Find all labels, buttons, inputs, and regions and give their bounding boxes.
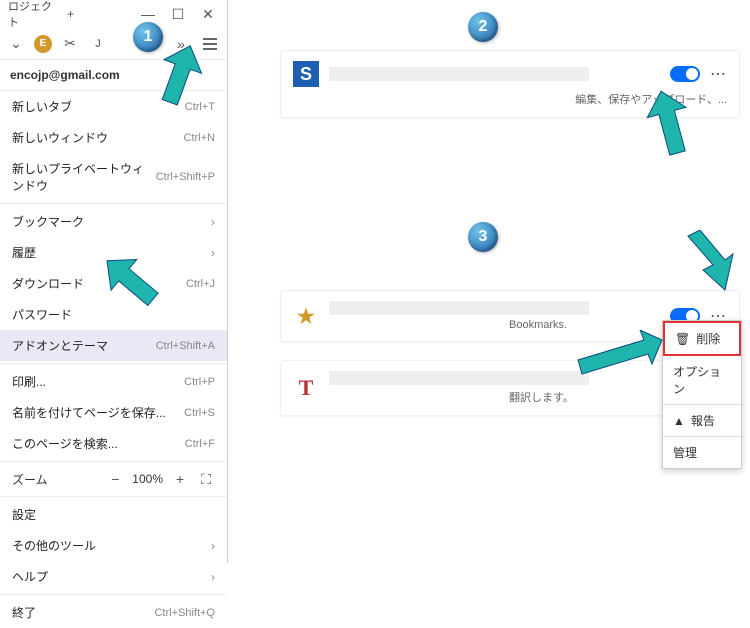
window-titlebar: ロジェクト + — ☐ ✕	[0, 0, 227, 28]
fullscreen-icon[interactable]: ⛶	[197, 470, 215, 488]
warning-icon: ▲	[673, 414, 685, 428]
zoom-value: 100%	[132, 472, 163, 486]
addon-name-placeholder	[329, 371, 589, 385]
menu-label: ヘルプ	[12, 568, 48, 585]
menu-print[interactable]: 印刷... Ctrl+P	[0, 366, 227, 397]
menu-label: ダウンロード	[12, 275, 84, 292]
menu-shortcut: Ctrl+Shift+A	[156, 340, 215, 352]
trash-icon: 🗑	[675, 332, 690, 346]
menu-label: ブックマーク	[12, 213, 84, 230]
menu-settings[interactable]: 設定	[0, 499, 227, 530]
menu-label: 新しいウィンドウ	[12, 129, 108, 146]
menu-separator	[0, 203, 227, 204]
menu-shortcut: Ctrl+N	[184, 132, 215, 144]
menu-shortcut: Ctrl+P	[184, 376, 215, 388]
menu-shortcut: Ctrl+S	[184, 407, 215, 419]
maximize-button[interactable]: ☐	[163, 6, 193, 23]
menu-quit[interactable]: 終了 Ctrl+Shift+Q	[0, 597, 227, 628]
close-button[interactable]: ✕	[193, 6, 223, 23]
annotation-arrow	[635, 90, 705, 170]
chevron-right-icon: ›	[211, 570, 215, 584]
annotation-arrow	[670, 230, 740, 310]
new-tab-plus[interactable]: +	[61, 7, 81, 21]
menu-label: 終了	[12, 604, 36, 621]
window-title: ロジェクト	[4, 0, 61, 30]
menu-save-as[interactable]: 名前を付けてページを保存... Ctrl+S	[0, 397, 227, 428]
context-label: 削除	[696, 330, 720, 347]
context-label: 管理	[673, 444, 697, 461]
addon-context-menu: 🗑 削除 オプション ▲ 報告 管理	[662, 320, 742, 469]
addon-icon: ★	[293, 303, 319, 329]
menu-bookmarks[interactable]: ブックマーク ›	[0, 206, 227, 237]
menu-more-tools[interactable]: その他のツール ›	[0, 530, 227, 561]
menu-help[interactable]: ヘルプ ›	[0, 561, 227, 592]
menu-separator	[0, 461, 227, 462]
addon-name-placeholder	[329, 67, 589, 81]
context-manage[interactable]: 管理	[663, 437, 741, 468]
zoom-out-button[interactable]: −	[106, 470, 124, 488]
menu-shortcut: Ctrl+J	[186, 278, 215, 290]
menu-shortcut: Ctrl+F	[185, 438, 215, 450]
menu-separator	[0, 594, 227, 595]
menu-zoom: ズーム − 100% + ⛶	[0, 464, 227, 494]
menu-label: 新しいタブ	[12, 98, 72, 115]
context-label: 報告	[691, 412, 715, 429]
pocket-icon[interactable]: ⌄	[6, 34, 26, 54]
menu-label: 印刷...	[12, 373, 46, 390]
menu-label: パスワード	[12, 306, 72, 323]
menu-separator	[0, 363, 227, 364]
menu-label: その他のツール	[12, 537, 96, 554]
step-badge-2: 2	[468, 12, 498, 42]
annotation-arrow	[100, 250, 170, 320]
screenshot-icon[interactable]: ✂	[60, 34, 80, 54]
chevron-right-icon: ›	[211, 215, 215, 229]
minimize-button[interactable]: —	[133, 6, 163, 22]
step-badge-3: 3	[468, 222, 498, 252]
addon-icon: S	[293, 61, 319, 87]
chevron-right-icon: ›	[211, 539, 215, 553]
context-report[interactable]: ▲ 報告	[663, 405, 741, 436]
menu-shortcut: Ctrl+Shift+P	[156, 171, 215, 183]
main-menu: 新しいタブ Ctrl+T 新しいウィンドウ Ctrl+N 新しいプライベートウィ…	[0, 91, 227, 628]
annotation-arrow	[570, 330, 670, 390]
addon-toggle[interactable]	[670, 66, 700, 82]
menu-separator	[0, 496, 227, 497]
js-icon[interactable]: J	[88, 34, 108, 54]
zoom-in-button[interactable]: +	[171, 470, 189, 488]
addon-icon: T	[293, 375, 319, 401]
extension-badge-icon[interactable]: E	[34, 35, 52, 53]
chevron-right-icon: ›	[211, 246, 215, 260]
menu-label: アドオンとテーマ	[12, 337, 108, 354]
menu-label: 新しいプライベートウィンドウ	[12, 160, 156, 194]
menu-label: 設定	[12, 506, 36, 523]
addon-name-placeholder	[329, 301, 589, 315]
context-remove[interactable]: 🗑 削除	[663, 321, 741, 356]
menu-shortcut: Ctrl+Shift+Q	[154, 607, 215, 619]
menu-label: 名前を付けてページを保存...	[12, 404, 166, 421]
addon-more-icon[interactable]: ⋯	[710, 64, 727, 84]
menu-find[interactable]: このページを検索... Ctrl+F	[0, 428, 227, 459]
context-options[interactable]: オプション	[663, 356, 741, 404]
menu-new-window[interactable]: 新しいウィンドウ Ctrl+N	[0, 122, 227, 153]
menu-label: このページを検索...	[12, 435, 118, 452]
context-label: オプション	[673, 363, 731, 397]
zoom-label: ズーム	[12, 471, 98, 488]
menu-addons-themes[interactable]: アドオンとテーマ Ctrl+Shift+A	[0, 330, 227, 361]
annotation-arrow	[150, 44, 210, 114]
menu-label: 履歴	[12, 244, 36, 261]
menu-new-private[interactable]: 新しいプライベートウィンドウ Ctrl+Shift+P	[0, 153, 227, 201]
